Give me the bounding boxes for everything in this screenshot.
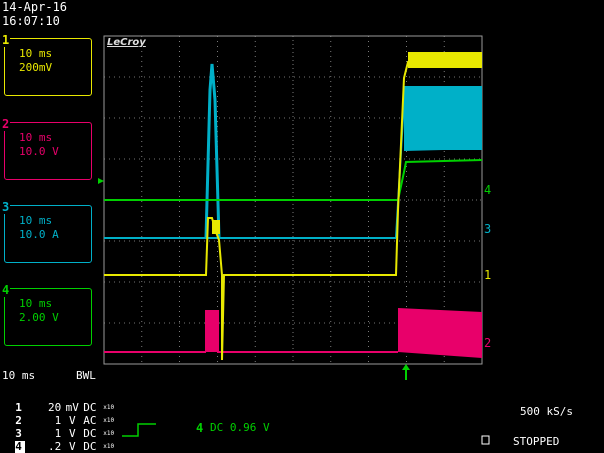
channel-2-number: 2 [1,117,11,131]
bwl-label: BWL [76,369,96,382]
channel-3-timebase: 10 ms [19,214,53,227]
trigger-position-arrow [402,364,410,380]
channel-4-number: 4 [1,283,11,297]
marker-ch2: 2 [484,336,492,350]
channel-4-scale: 2.00 V [19,311,59,324]
stop-square-icon [481,435,490,445]
footer-timebase: 10 ms [2,369,36,382]
channel-4-timebase: 10 ms [19,297,53,310]
marker-ch3: 3 [484,222,492,236]
channel-3-panel[interactable]: 3 10 ms 10.0 A [1,200,92,263]
channel-1-timebase: 10 ms [19,47,53,60]
channel-1-number: 1 [1,33,11,47]
channel-1-scale: 200mV [19,61,53,74]
input-row-4: 4.2 V DC x10 [15,440,115,453]
brand-logo: LeCroy [107,37,146,48]
trigger-level-arrow [98,178,104,184]
marker-ch1: 1 [484,268,492,282]
trigger-edge-icon [122,423,156,437]
sample-rate: 500 kS/s [520,405,573,418]
trace-ch2 [104,308,482,358]
acquisition-status: STOPPED [513,435,560,448]
marker-ch4: 4 [484,183,492,197]
channel-3-scale: 10.0 A [19,228,59,241]
channel-4-panel[interactable]: 4 10 ms 2.00 V [1,283,92,346]
channel-2-timebase: 10 ms [19,131,53,144]
trigger-channel: 4 [196,421,204,435]
channel-1-panel[interactable]: 1 10 ms 200mV [1,33,92,96]
trigger-coupling: DC 0.96 V [210,421,270,434]
channel-3-number: 3 [1,200,11,214]
trace-ch3 [104,63,483,239]
channel-2-scale: 10.0 V [19,145,59,158]
channel-2-panel[interactable]: 2 10 ms 10.0 V [1,117,92,180]
